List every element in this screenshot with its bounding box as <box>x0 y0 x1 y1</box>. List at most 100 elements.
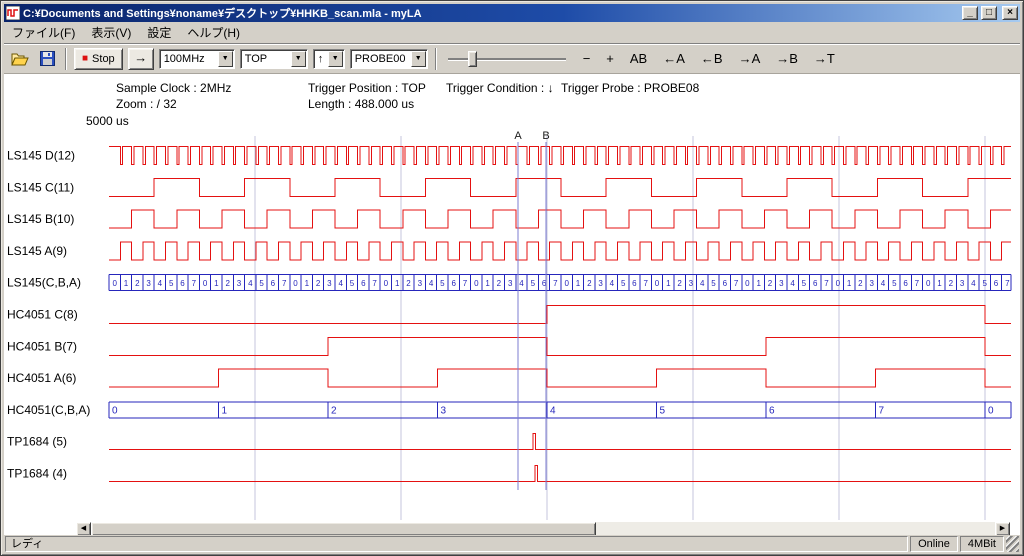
bus-value: 1 <box>756 279 761 288</box>
goto-a-prev-button[interactable]: ←A <box>661 49 687 68</box>
bus-value: 3 <box>441 405 447 416</box>
bus-value: 7 <box>372 279 377 288</box>
channel-label: TP1684 (5) <box>7 435 67 449</box>
bus-value: 2 <box>225 279 230 288</box>
run-button[interactable]: → <box>128 48 154 70</box>
bus-value: 2 <box>331 405 337 416</box>
chevron-down-icon[interactable]: ▼ <box>328 51 343 67</box>
trigger-condition-label: Trigger Condition : ↓ <box>446 81 554 95</box>
waveform-digital <box>109 369 1011 387</box>
bus-value: 7 <box>192 279 197 288</box>
waveform-digital <box>109 242 1011 260</box>
waveform-digital <box>109 337 1011 355</box>
bus-value: 1 <box>124 279 129 288</box>
zoom-slider-thumb[interactable] <box>468 51 477 67</box>
chevron-down-icon[interactable]: ▼ <box>218 51 233 67</box>
bus-value: 1 <box>214 279 219 288</box>
bus-value: 3 <box>237 279 242 288</box>
bus-value: 7 <box>282 279 287 288</box>
bus-value: 2 <box>677 279 682 288</box>
bus-value: 0 <box>655 279 660 288</box>
bus-value: 5 <box>892 279 897 288</box>
menu-help[interactable]: ヘルプ(H) <box>179 22 248 43</box>
bus-value: 2 <box>768 279 773 288</box>
scrollbar-track[interactable] <box>596 522 995 535</box>
close-button[interactable]: × <box>1002 6 1018 20</box>
channel-label: LS145(C,B,A) <box>7 276 81 290</box>
channel-label: LS145 A(9) <box>7 244 67 258</box>
trigger-edge-select[interactable]: ↑ ▼ <box>313 49 345 69</box>
status-memory: 4MBit <box>960 536 1004 552</box>
window-title: C:¥Documents and Settings¥noname¥デスクトップ¥… <box>23 5 959 21</box>
zoom-out-button[interactable]: − <box>581 49 593 68</box>
bus-value: 3 <box>508 279 513 288</box>
bus-value: 2 <box>316 279 321 288</box>
clock-select[interactable]: 100MHz ▼ <box>159 49 235 69</box>
resize-grip[interactable] <box>1006 536 1019 552</box>
bus-value: 5 <box>259 279 264 288</box>
toolbar-separator <box>435 48 437 70</box>
probe-select[interactable]: PROBE00 ▼ <box>350 49 428 69</box>
bus-value: 0 <box>474 279 479 288</box>
zoom-slider[interactable] <box>448 48 566 70</box>
cursor-b-label: B <box>542 130 549 142</box>
bus-value: 5 <box>621 279 626 288</box>
channel-label: HC4051 A(6) <box>7 371 76 385</box>
stop-button-label: Stop <box>92 53 115 65</box>
stop-button[interactable]: ■ Stop <box>74 48 123 70</box>
menu-view[interactable]: 表示(V) <box>83 22 139 43</box>
bus-value: 3 <box>146 279 151 288</box>
chevron-down-icon[interactable]: ▼ <box>291 51 306 67</box>
channel-label: HC4051 C(8) <box>7 308 78 322</box>
horizontal-scrollbar[interactable]: ◀ ▶ <box>76 522 1010 535</box>
waveform-area[interactable]: LS145 D(12)LS145 C(11)LS145 B(10)LS145 A… <box>4 130 1020 522</box>
maximize-button[interactable]: □ <box>981 6 997 20</box>
goto-b-prev-button[interactable]: ←B <box>699 49 725 68</box>
bus-value: 5 <box>660 405 666 416</box>
bus-value: 5 <box>531 279 536 288</box>
bus-value: 6 <box>769 405 775 416</box>
bus-value: 4 <box>700 279 705 288</box>
bus-value: 0 <box>745 279 750 288</box>
bus-value: 1 <box>576 279 581 288</box>
bus-value: 1 <box>305 279 310 288</box>
bus-value: 0 <box>988 405 994 416</box>
scroll-left-icon[interactable]: ◀ <box>76 522 91 535</box>
bus-value: 3 <box>779 279 784 288</box>
bus-value: 1 <box>937 279 942 288</box>
waveform-digital <box>109 210 1011 228</box>
bus-value: 7 <box>643 279 648 288</box>
goto-trigger-button[interactable]: →T <box>812 49 837 68</box>
bus-value: 4 <box>881 279 886 288</box>
save-button[interactable] <box>36 48 58 70</box>
goto-a-next-button[interactable]: →A <box>737 49 763 68</box>
bus-value: 4 <box>519 279 524 288</box>
scrollbar-thumb[interactable] <box>91 522 596 535</box>
scroll-right-icon[interactable]: ▶ <box>995 522 1010 535</box>
channel-label: LS145 C(11) <box>7 180 74 194</box>
bus-value: 6 <box>180 279 185 288</box>
chevron-down-icon[interactable]: ▼ <box>411 51 426 67</box>
bus-value: 5 <box>802 279 807 288</box>
app-window: C:¥Documents and Settings¥noname¥デスクトップ¥… <box>0 0 1024 556</box>
menubar: ファイル(F) 表示(V) 設定 ヘルプ(H) <box>4 22 1020 44</box>
bus-value: 0 <box>564 279 569 288</box>
menu-settings[interactable]: 設定 <box>139 22 179 43</box>
titlebar[interactable]: C:¥Documents and Settings¥noname¥デスクトップ¥… <box>4 4 1020 22</box>
minimize-button[interactable]: _ <box>962 6 978 20</box>
trigger-position-select[interactable]: TOP ▼ <box>240 49 308 69</box>
zoom-label: Zoom : / 32 <box>116 97 177 111</box>
bus-value: 2 <box>949 279 954 288</box>
zoom-in-button[interactable]: + <box>604 49 616 68</box>
bus-value: 1 <box>666 279 671 288</box>
length-label: Length : 488.000 us <box>308 97 414 111</box>
goto-b-next-button[interactable]: →B <box>774 49 800 68</box>
time-scale-label: 5000 us <box>86 114 129 128</box>
bus-value: 4 <box>610 279 615 288</box>
open-file-button[interactable] <box>9 48 31 70</box>
bus-value: 0 <box>112 405 118 416</box>
waveform-strobe <box>109 147 1011 165</box>
bus-value: 7 <box>1005 279 1010 288</box>
menu-file[interactable]: ファイル(F) <box>4 22 83 43</box>
ab-cursors-button[interactable]: AB <box>628 49 649 68</box>
